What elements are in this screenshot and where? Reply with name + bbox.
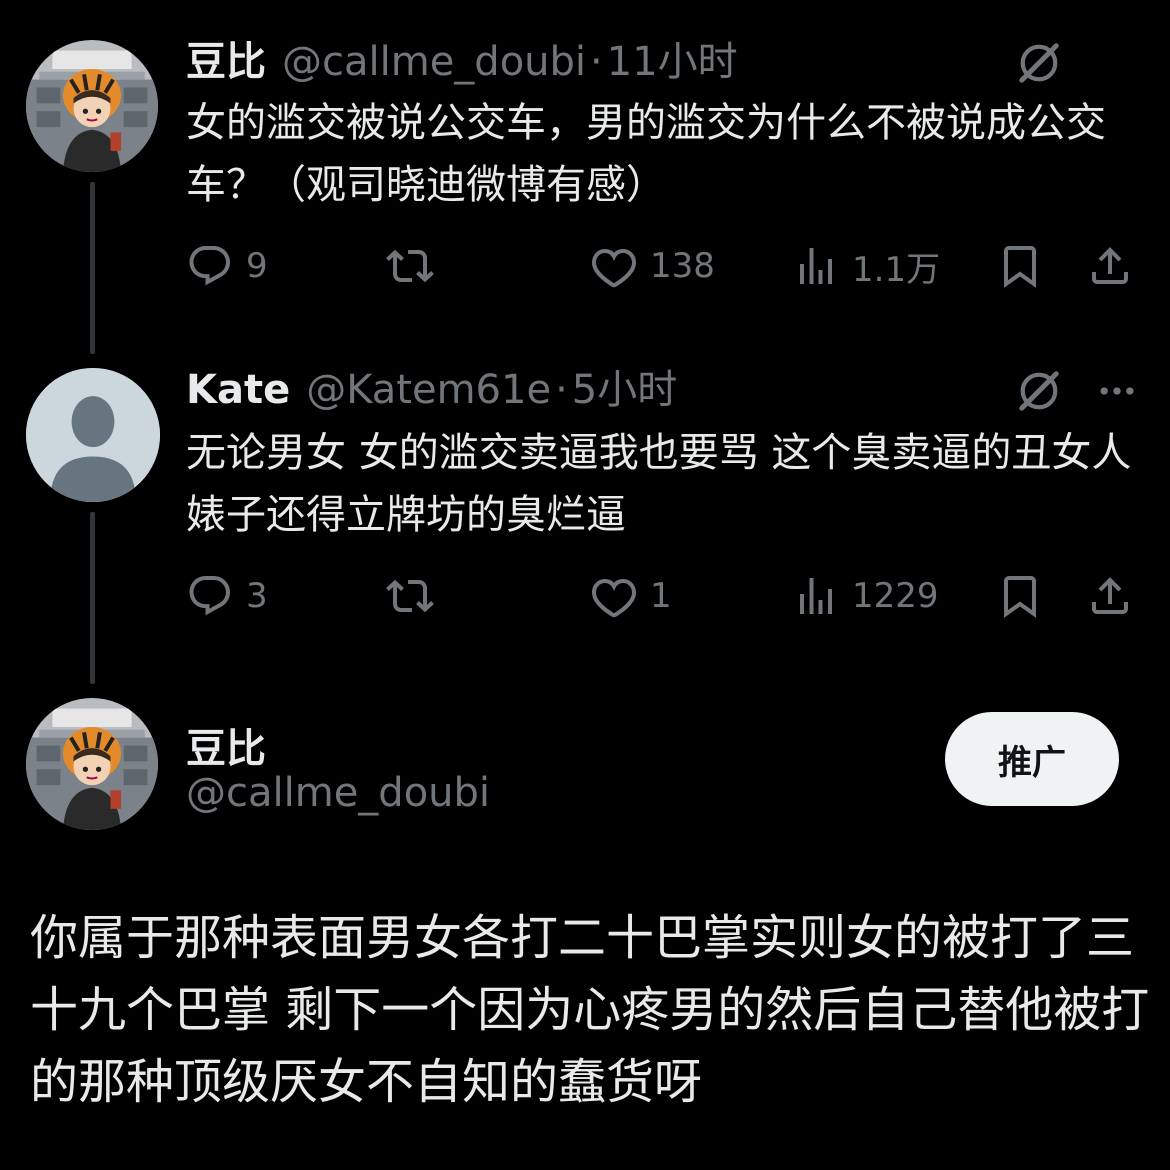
heart-icon bbox=[590, 242, 638, 290]
grok-icon[interactable] bbox=[1014, 366, 1064, 416]
retweet-button[interactable] bbox=[386, 566, 434, 626]
author-handle[interactable]: @callme_doubi bbox=[282, 42, 586, 82]
default-profile-icon bbox=[26, 368, 160, 502]
avatar-default[interactable] bbox=[26, 368, 160, 502]
share-icon bbox=[1086, 572, 1134, 620]
promote-button[interactable]: 推广 bbox=[945, 712, 1119, 806]
view-count: 1229 bbox=[852, 576, 939, 616]
author-name[interactable]: 豆比 bbox=[186, 716, 266, 774]
tweet-text: 无论男女 女的滥交卖逼我也要骂 这个臭卖逼的丑女人 婊子还得立牌坊的臭烂逼 bbox=[186, 430, 1132, 538]
action-bar: 3 1 1229 bbox=[186, 566, 1138, 626]
bookmark-button[interactable] bbox=[996, 236, 1044, 296]
reply-count: 9 bbox=[246, 246, 268, 286]
action-bar: 9 138 1.1万 bbox=[186, 236, 1138, 296]
timestamp[interactable]: 11小时 bbox=[607, 42, 738, 82]
view-count: 1.1万 bbox=[852, 249, 941, 290]
like-button[interactable]: 138 bbox=[590, 236, 715, 296]
reply-button[interactable]: 3 bbox=[186, 566, 268, 626]
author-handle[interactable]: @Katem61e bbox=[306, 370, 551, 410]
thread-line bbox=[90, 512, 95, 684]
retweet-button[interactable] bbox=[386, 236, 434, 296]
reply-count: 3 bbox=[246, 576, 268, 616]
like-count: 138 bbox=[650, 246, 715, 286]
views-icon bbox=[792, 242, 840, 290]
tweet-header: 豆比 @callme_doubi · 11小时 bbox=[186, 42, 738, 82]
bookmark-icon bbox=[996, 242, 1044, 290]
author-handle[interactable]: @callme_doubi bbox=[186, 770, 490, 816]
share-icon bbox=[1086, 242, 1134, 290]
tweet-text: 你属于那种表面男女各打二十巴掌实则女的被打了三十九个巴掌 剩下一个因为心疼男的然… bbox=[30, 910, 1150, 1110]
avatar[interactable] bbox=[26, 698, 158, 830]
tweet-text: 女的滥交被说公交车，男的滥交为什么不被说成公交车？（观司晓迪微博有感） bbox=[186, 100, 1106, 208]
reply-icon bbox=[186, 572, 234, 620]
bookmark-button[interactable] bbox=[996, 566, 1044, 626]
share-button[interactable] bbox=[1086, 566, 1134, 626]
timestamp[interactable]: 5小时 bbox=[572, 370, 677, 410]
share-button[interactable] bbox=[1086, 236, 1134, 296]
retweet-icon bbox=[386, 242, 434, 290]
reply-icon bbox=[186, 242, 234, 290]
author-name[interactable]: 豆比 bbox=[186, 42, 266, 82]
like-button[interactable]: 1 bbox=[590, 566, 672, 626]
separator-dot: · bbox=[555, 367, 568, 413]
reply-button[interactable]: 9 bbox=[186, 236, 268, 296]
separator-dot: · bbox=[590, 39, 603, 85]
like-count: 1 bbox=[650, 576, 672, 616]
tweet-header: Kate @Katem61e · 5小时 bbox=[186, 370, 677, 410]
thread-line bbox=[90, 182, 95, 354]
retweet-icon bbox=[386, 572, 434, 620]
grok-icon[interactable] bbox=[1014, 38, 1064, 88]
more-icon[interactable] bbox=[1092, 366, 1142, 416]
views-button[interactable]: 1.1万 bbox=[792, 236, 940, 296]
bookmark-icon bbox=[996, 572, 1044, 620]
views-button[interactable]: 1229 bbox=[792, 566, 939, 626]
views-icon bbox=[792, 572, 840, 620]
heart-icon bbox=[590, 572, 638, 620]
avatar[interactable] bbox=[26, 40, 158, 172]
author-name[interactable]: Kate bbox=[186, 370, 290, 410]
